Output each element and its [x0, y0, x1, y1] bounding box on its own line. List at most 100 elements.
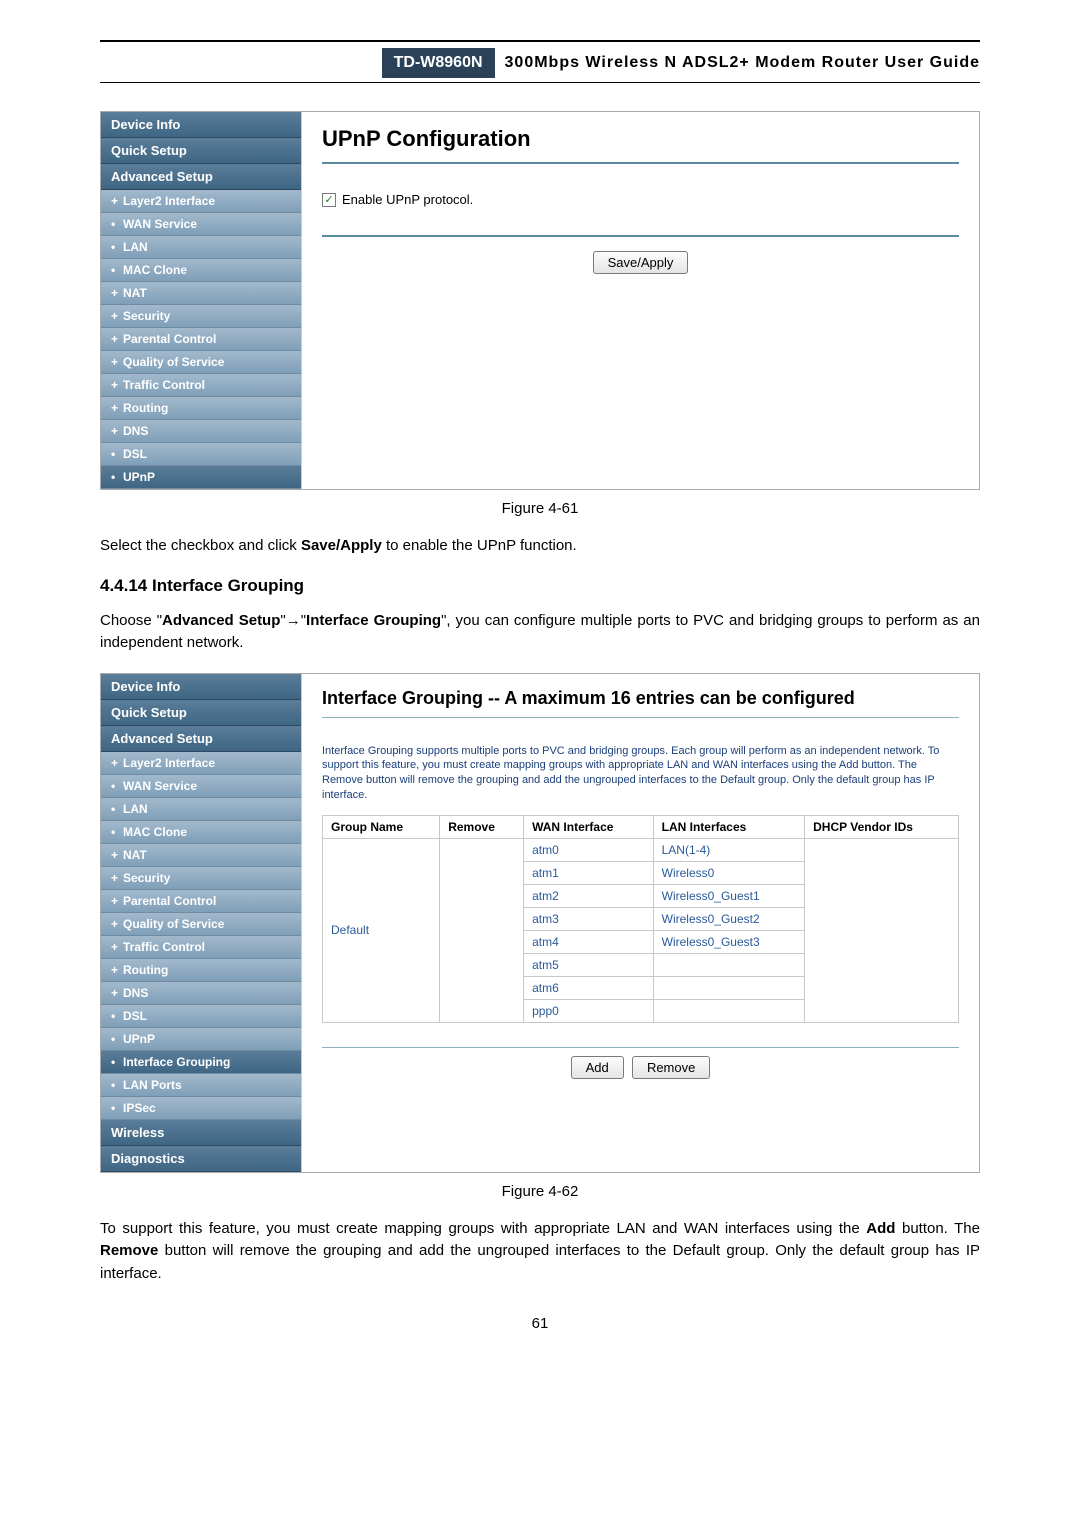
sidebar-item-dsl[interactable]: •DSL	[101, 1005, 301, 1028]
interface-grouping-screenshot: Device Info Quick Setup Advanced Setup +…	[100, 673, 980, 1173]
expand-icon: +	[111, 378, 118, 392]
sidebar-item-device-info[interactable]: Device Info	[101, 112, 301, 138]
sidebar-item-lan-ports[interactable]: •LAN Ports	[101, 1074, 301, 1097]
sidebar-label: Security	[123, 309, 170, 323]
wan-interface-cell: atm1	[524, 861, 654, 884]
sidebar-label: Layer2 Interface	[123, 756, 215, 770]
sidebar-item-advanced-setup[interactable]: Advanced Setup	[101, 164, 301, 190]
table-header: WAN Interface	[524, 815, 654, 838]
figure-caption-1: Figure 4-61	[100, 500, 980, 517]
expand-icon: +	[111, 848, 118, 862]
text-bold: Advanced Setup	[162, 612, 280, 629]
sidebar-label: Routing	[123, 401, 168, 415]
sidebar-item-quality-of-service[interactable]: +Quality of Service	[101, 351, 301, 374]
expand-icon: +	[111, 940, 118, 954]
sidebar-label: MAC Clone	[123, 263, 187, 277]
text-bold: Interface Grouping	[306, 612, 441, 629]
sidebar-label: LAN	[123, 802, 148, 816]
sidebar-item-nat[interactable]: + NAT	[101, 844, 301, 867]
expand-icon: +	[111, 286, 118, 300]
sidebar-item-lan[interactable]: •LAN	[101, 236, 301, 259]
sidebar-nav: Device Info Quick Setup Advanced Setup +…	[101, 674, 301, 1172]
text: button. The	[895, 1220, 980, 1237]
sidebar-item-parental-control[interactable]: +Parental Control	[101, 328, 301, 351]
sidebar-item-parental-control[interactable]: +Parental Control	[101, 890, 301, 913]
sidebar-item-device-info[interactable]: Device Info	[101, 674, 301, 700]
expand-icon: +	[111, 894, 118, 908]
bullet-icon: •	[111, 802, 115, 816]
sidebar-item-ipsec[interactable]: •IPSec	[101, 1097, 301, 1120]
sidebar-item-routing[interactable]: +Routing	[101, 959, 301, 982]
sidebar-label: DNS	[123, 986, 148, 1000]
sidebar-item-traffic-control[interactable]: + Traffic Control	[101, 374, 301, 397]
bullet-icon: •	[111, 1101, 115, 1115]
lan-interface-cell	[653, 976, 805, 999]
sidebar-item-upnp[interactable]: •UPnP	[101, 466, 301, 489]
sidebar-item-wireless[interactable]: Wireless	[101, 1120, 301, 1146]
sidebar-label: DSL	[123, 447, 147, 461]
guide-title: 300Mbps Wireless N ADSL2+ Modem Router U…	[505, 54, 980, 72]
expand-icon: +	[111, 424, 118, 438]
upnp-title: UPnP Configuration	[322, 126, 959, 152]
wan-interface-cell: atm4	[524, 930, 654, 953]
sidebar-item-interface-grouping[interactable]: •Interface Grouping	[101, 1051, 301, 1074]
sidebar-label: UPnP	[123, 470, 155, 484]
sidebar-item-security[interactable]: +Security	[101, 867, 301, 890]
sidebar-label: Traffic Control	[123, 940, 205, 954]
sidebar-item-layer2-interface[interactable]: + Layer2 Interface	[101, 752, 301, 775]
section-heading: 4.4.14 Interface Grouping	[100, 576, 980, 596]
sidebar-item-quality-of-service[interactable]: +Quality of Service	[101, 913, 301, 936]
enable-upnp-row: ✓ Enable UPnP protocol.	[322, 192, 959, 207]
model-badge: TD-W8960N	[382, 48, 495, 78]
page-number: 61	[100, 1315, 980, 1332]
sidebar-item-mac-clone[interactable]: •MAC Clone	[101, 259, 301, 282]
sidebar-label: UPnP	[123, 1032, 155, 1046]
instruction-paragraph-2: To support this feature, you must create…	[100, 1218, 980, 1286]
bullet-icon: •	[111, 1078, 115, 1092]
sidebar-item-advanced-setup[interactable]: Advanced Setup	[101, 726, 301, 752]
sidebar-label: NAT	[123, 848, 147, 862]
bullet-icon: •	[111, 240, 115, 254]
wan-interface-cell: atm6	[524, 976, 654, 999]
remove-cell	[440, 838, 524, 1022]
sidebar-item-lan[interactable]: • LAN	[101, 798, 301, 821]
content-area: Interface Grouping -- A maximum 16 entri…	[301, 674, 979, 1172]
header-top-rule	[100, 40, 980, 42]
sidebar-label: Layer2 Interface	[123, 194, 215, 208]
expand-icon: +	[111, 309, 118, 323]
save-apply-button[interactable]: Save/Apply	[593, 251, 689, 274]
sidebar-item-mac-clone[interactable]: •MAC Clone	[101, 821, 301, 844]
sidebar-item-layer2-interface[interactable]: +Layer2 Interface	[101, 190, 301, 213]
sidebar-item-traffic-control[interactable]: + Traffic Control	[101, 936, 301, 959]
sidebar-item-dsl[interactable]: •DSL	[101, 443, 301, 466]
wan-interface-cell: atm5	[524, 953, 654, 976]
expand-icon: +	[111, 332, 118, 346]
section-intro: Choose "Advanced Setup"→"Interface Group…	[100, 610, 980, 655]
figure-caption-2: Figure 4-62	[100, 1183, 980, 1200]
enable-upnp-checkbox[interactable]: ✓	[322, 193, 336, 207]
sidebar-label: DSL	[123, 1009, 147, 1023]
divider	[322, 162, 959, 164]
remove-button[interactable]: Remove	[632, 1056, 710, 1079]
divider	[322, 1047, 959, 1048]
sidebar-item-security[interactable]: + Security	[101, 305, 301, 328]
sidebar-item-dns[interactable]: + DNS	[101, 420, 301, 443]
sidebar-item-quick-setup[interactable]: Quick Setup	[101, 700, 301, 726]
sidebar-item-upnp[interactable]: •UPnP	[101, 1028, 301, 1051]
sidebar-item-diagnostics[interactable]: Diagnostics	[101, 1146, 301, 1172]
instruction-paragraph-1: Select the checkbox and click Save/Apply…	[100, 535, 980, 558]
text-bold: Save/Apply	[301, 537, 382, 554]
sidebar-item-routing[interactable]: +Routing	[101, 397, 301, 420]
sidebar-item-dns[interactable]: +DNS	[101, 982, 301, 1005]
sidebar-label: NAT	[123, 286, 147, 300]
sidebar-label: DNS	[123, 424, 148, 438]
sidebar-item-wan-service[interactable]: •WAN Service	[101, 213, 301, 236]
sidebar-item-wan-service[interactable]: •WAN Service	[101, 775, 301, 798]
expand-icon: +	[111, 756, 118, 770]
lan-interface-cell	[653, 999, 805, 1022]
sidebar-label: Traffic Control	[123, 378, 205, 392]
add-button[interactable]: Add	[571, 1056, 624, 1079]
sidebar-item-quick-setup[interactable]: Quick Setup	[101, 138, 301, 164]
sidebar-item-nat[interactable]: + NAT	[101, 282, 301, 305]
table-row: Defaultatm0LAN(1-4)	[323, 838, 959, 861]
